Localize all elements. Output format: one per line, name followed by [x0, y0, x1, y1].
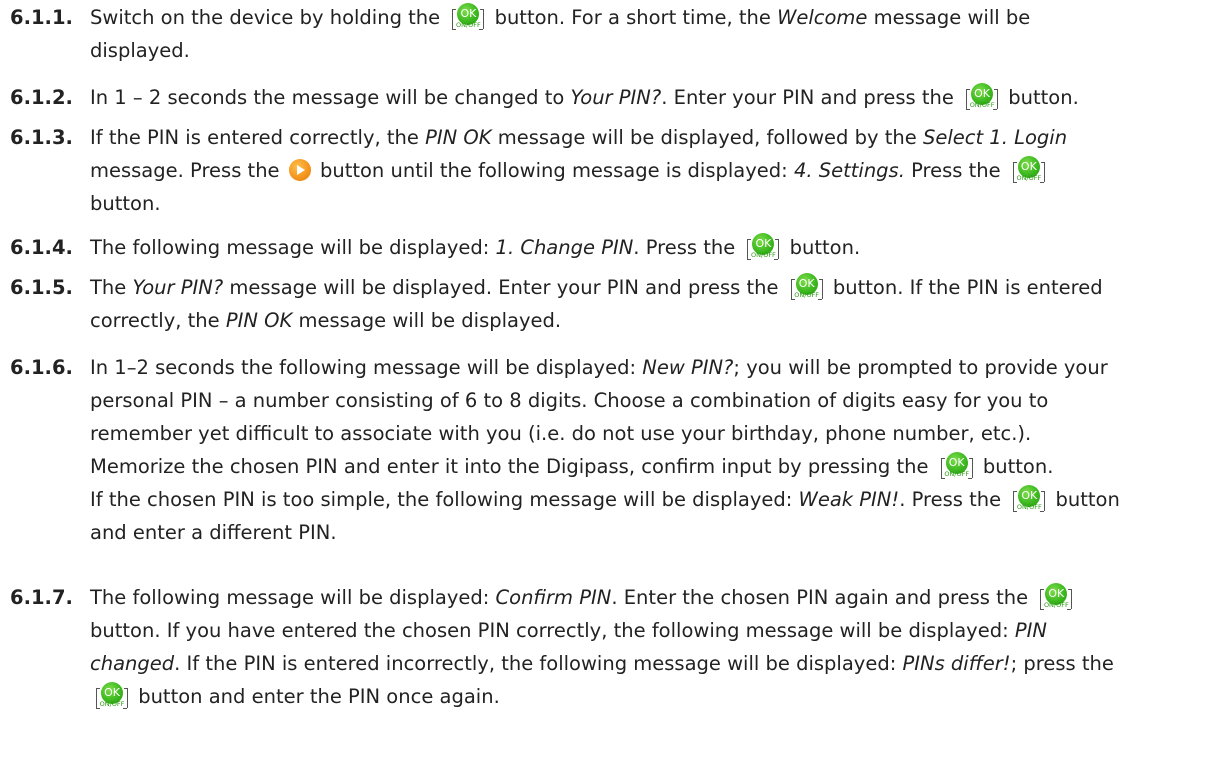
step-text-line: The Your PIN? message will be displayed.…: [90, 271, 1103, 304]
step-text-line: In 1–2 seconds the following message wil…: [90, 351, 1108, 384]
ok-button-icon: OK ON/OFF: [789, 272, 825, 302]
text-run: button: [1049, 488, 1120, 511]
document-page: 6.1.1. Switch on the device by holding th…: [0, 0, 1208, 758]
message-name: Your PIN?: [570, 86, 662, 109]
ok-button-icon: OK ON/OFF: [964, 82, 1000, 112]
text-run: button and enter the PIN once again.: [132, 685, 500, 708]
text-run: and enter a different PIN.: [90, 521, 337, 544]
step-number: 6.1.2.: [10, 86, 73, 109]
step-text-line: Memorize the chosen PIN and enter it int…: [90, 450, 1053, 483]
text-run: . Press the: [633, 236, 742, 259]
on-off-label: ON/OFF: [1016, 174, 1042, 182]
step-text-line: OK ON/OFF button and enter the PIN once a…: [90, 680, 500, 713]
message-name: PINs differ!: [902, 652, 1011, 675]
step-number: 6.1.7.: [10, 586, 73, 609]
ok-button-icon: OK ON/OFF: [1011, 155, 1047, 185]
text-run: personal PIN – a number consisting of 6 …: [90, 389, 1049, 412]
on-off-label: ON/OFF: [944, 470, 970, 478]
text-run: remember yet difficult to associate with…: [90, 422, 1032, 445]
text-run: The following message will be displayed:: [90, 236, 496, 259]
step-number: 6.1.6.: [10, 356, 73, 379]
on-off-label: ON/OFF: [1043, 601, 1069, 609]
text-run: ; you will be prompted to provide your: [733, 356, 1108, 379]
text-run: displayed.: [90, 39, 190, 62]
text-run: Press the: [904, 159, 1007, 182]
step-number: 6.1.3.: [10, 126, 73, 149]
text-run: . Enter the chosen PIN again and press t…: [611, 586, 1035, 609]
text-run: The: [90, 276, 133, 299]
step-number: 6.1.5.: [10, 276, 73, 299]
step-text-line: message. Press the button until the foll…: [90, 154, 1049, 187]
on-off-label: ON/OFF: [99, 700, 125, 708]
text-run: Memorize the chosen PIN and enter it int…: [90, 455, 935, 478]
message-name: Select 1. Login: [922, 126, 1068, 149]
text-run: . Press the: [899, 488, 1008, 511]
text-run: message will be displayed.: [292, 309, 562, 332]
step-text-line: personal PIN – a number consisting of 6 …: [90, 384, 1048, 417]
ok-button-icon: OK ON/OFF: [939, 451, 975, 481]
message-name: Confirm PIN: [495, 586, 612, 609]
text-run: If the chosen PIN is too simple, the fol…: [90, 488, 799, 511]
step-text-line: Switch on the device by holding the OK ON…: [90, 1, 1030, 34]
text-run: message. Press the: [90, 159, 286, 182]
on-off-label: ON/OFF: [1016, 503, 1042, 511]
text-run: button. If the PIN is entered: [826, 276, 1103, 299]
text-run: button.: [1002, 86, 1079, 109]
text-run: message will be displayed. Enter your PI…: [223, 276, 785, 299]
ok-button-icon: OK ON/OFF: [1011, 484, 1047, 514]
step-text-line: In 1 – 2 seconds the message will be cha…: [90, 81, 1079, 114]
ok-button-icon: OK ON/OFF: [1038, 582, 1074, 612]
text-run: . Enter your PIN and press the: [661, 86, 961, 109]
ok-button-icon: OK ON/OFF: [450, 2, 486, 32]
text-run: Switch on the device by holding the: [90, 6, 447, 29]
text-run: . If the PIN is entered incorrectly, the…: [174, 652, 903, 675]
message-name: Your PIN?: [132, 276, 224, 299]
step-text-line: and enter a different PIN.: [90, 516, 337, 549]
step-text-line: If the PIN is entered correctly, the PIN…: [90, 121, 1067, 154]
message-name: Weak PIN!: [798, 488, 900, 511]
text-run: message will be displayed, followed by t…: [491, 126, 923, 149]
text-run: button.: [90, 192, 161, 215]
message-name: PIN OK: [225, 309, 293, 332]
text-run: If the PIN is entered correctly, the: [90, 126, 426, 149]
text-run: In 1–2 seconds the following message wil…: [90, 356, 643, 379]
text-run: button.: [976, 455, 1054, 478]
step-text-line: remember yet difficult to associate with…: [90, 417, 1031, 450]
step-text-line: If the chosen PIN is too simple, the fol…: [90, 483, 1120, 516]
text-run: correctly, the: [90, 309, 226, 332]
text-run: ; press the: [1010, 652, 1114, 675]
ok-button-icon: OK ON/OFF: [94, 681, 130, 711]
step-text-line: The following message will be displayed:…: [90, 581, 1076, 614]
step-text-line: button.: [90, 187, 161, 220]
text-run: message will be: [867, 6, 1031, 29]
ok-button-icon: OK ON/OFF: [745, 232, 781, 262]
step-number: 6.1.4.: [10, 236, 73, 259]
message-name: 4. Settings.: [793, 159, 905, 182]
text-run: The following message will be displayed:: [90, 586, 496, 609]
on-off-label: ON/OFF: [455, 21, 481, 29]
text-run: button. If you have entered the chosen P…: [90, 619, 1015, 642]
text-run: button. For a short time, the: [488, 6, 778, 29]
step-text-line: changed. If the PIN is entered incorrect…: [90, 647, 1114, 680]
step-text-line: button. If you have entered the chosen P…: [90, 614, 1047, 647]
message-name: New PIN?: [642, 356, 734, 379]
on-off-label: ON/OFF: [794, 291, 820, 299]
message-name: PIN: [1014, 619, 1047, 642]
message-name: PIN OK: [425, 126, 492, 149]
on-off-label: ON/OFF: [751, 251, 776, 259]
message-name: 1. Change PIN: [495, 236, 634, 259]
step-text-line: The following message will be displayed:…: [90, 231, 860, 264]
step-number: 6.1.1.: [10, 6, 73, 29]
message-name: changed: [90, 652, 175, 675]
step-text-line: displayed.: [90, 34, 190, 67]
text-run: In 1 – 2 seconds the message will be cha…: [90, 86, 571, 109]
on-off-label: ON/OFF: [969, 101, 995, 109]
message-name: Welcome: [777, 6, 868, 29]
play-button-icon: [288, 159, 311, 181]
step-text-line: correctly, the PIN OK message will be di…: [90, 304, 561, 337]
text-run: button.: [783, 236, 861, 259]
text-run: button until the following message is di…: [313, 159, 794, 182]
